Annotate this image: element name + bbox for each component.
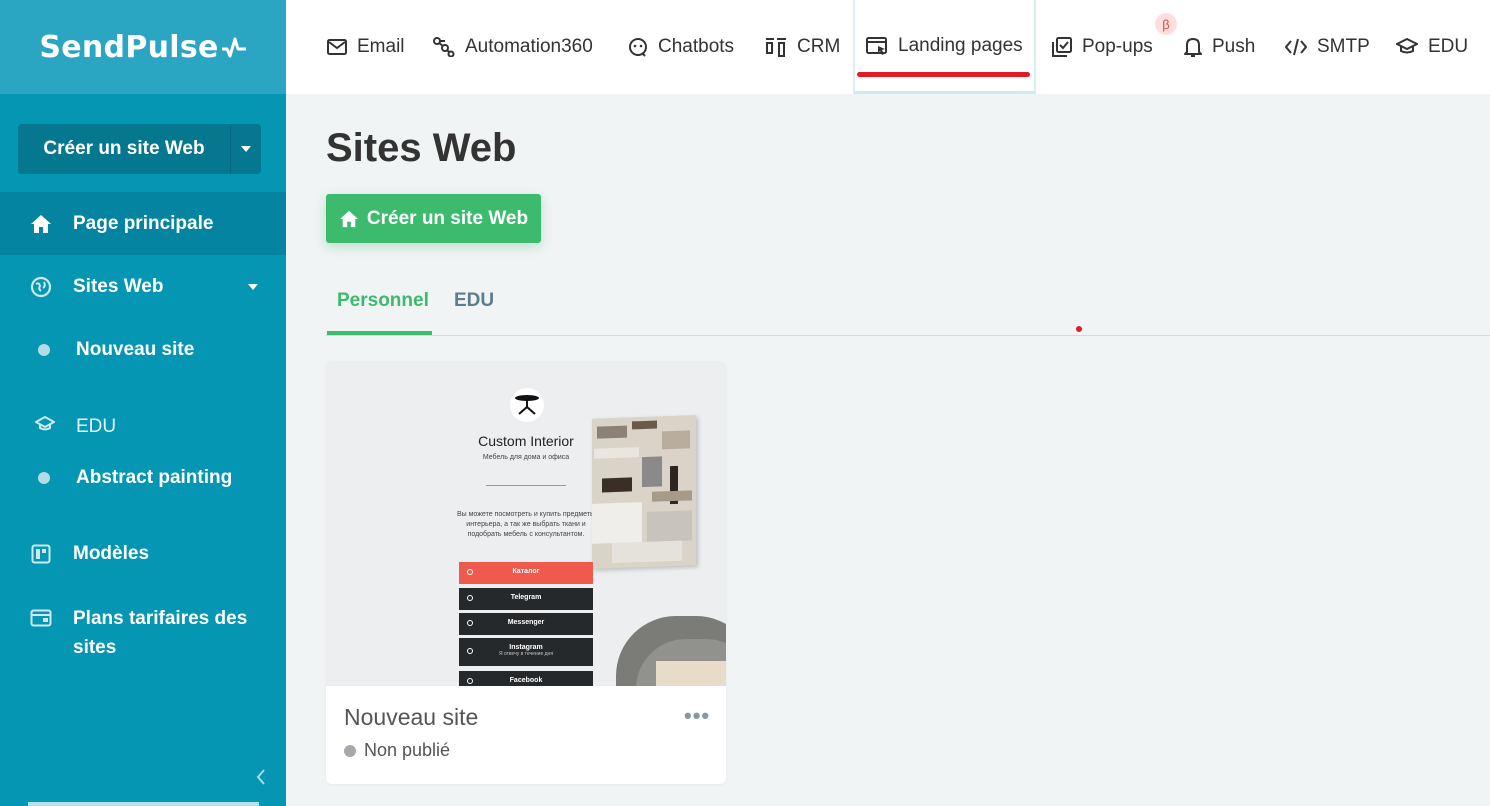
tab-label: CRM xyxy=(797,36,841,57)
sidebar-item-label: EDU xyxy=(76,416,117,437)
sidebar-item-label: Abstract painting xyxy=(76,467,233,488)
site-name[interactable]: Nouveau site xyxy=(344,704,478,731)
chevron-left-icon xyxy=(256,769,265,785)
facebook-icon xyxy=(467,678,473,684)
top-navigation: Email Automation360 Chatbots CRM Landing… xyxy=(286,0,1490,94)
create-site-primary-button[interactable]: Créer un site Web xyxy=(326,194,541,243)
tab-email[interactable]: Email xyxy=(327,0,405,94)
preview-logo xyxy=(510,388,544,422)
tab-crm[interactable]: CRM xyxy=(765,0,840,94)
telegram-icon xyxy=(467,595,473,601)
logo-area: SendPulse xyxy=(0,0,286,94)
tab-label: SMTP xyxy=(1317,36,1370,57)
automation-icon xyxy=(433,37,455,57)
page-title: Sites Web xyxy=(326,126,517,170)
painting-image xyxy=(592,415,696,569)
code-icon xyxy=(1285,38,1307,56)
sidebar-subitem-abstract-painting[interactable]: Abstract painting xyxy=(0,458,286,498)
preview-button-messenger: Messenger xyxy=(459,613,593,635)
sidebar-subitem-edu[interactable]: EDU xyxy=(0,407,286,447)
collapse-sidebar-button[interactable] xyxy=(256,765,266,791)
preview-button-instagram: Instagram Я отвечу в течение дня xyxy=(459,638,593,666)
floor-image xyxy=(656,661,726,686)
sidebar-item-pricing[interactable]: Plans tarifaires des sites xyxy=(0,600,286,664)
home-icon xyxy=(339,210,358,227)
brand-name: SendPulse xyxy=(39,29,219,65)
tab-automation360[interactable]: Automation360 xyxy=(433,0,593,94)
landing-icon xyxy=(866,36,888,56)
bullet-icon xyxy=(38,472,50,484)
tab-popups[interactable]: Pop-ups xyxy=(1052,0,1153,94)
bell-icon xyxy=(1184,37,1202,57)
preview-title: Custom Interior xyxy=(478,433,574,449)
preview-button-catalog: Каталог xyxy=(459,562,593,584)
sidebar-item-label: Nouveau site xyxy=(76,339,195,360)
sidebar-item-templates[interactable]: Modèles xyxy=(0,534,286,574)
sidebar-subitem-nouveau-site[interactable]: Nouveau site xyxy=(0,330,286,370)
preview-button-facebook: Facebook xyxy=(459,671,593,686)
chatbot-icon xyxy=(628,37,648,57)
sidebar-item-websites[interactable]: Sites Web xyxy=(0,258,286,316)
tab-smtp[interactable]: SMTP xyxy=(1285,0,1370,94)
tab-landing-pages[interactable]: Landing pages xyxy=(853,0,1036,94)
messenger-icon xyxy=(467,620,473,626)
bullet-icon xyxy=(38,344,50,356)
tab-label: Chatbots xyxy=(658,36,735,57)
sidebar-item-label: Plans tarifaires des sites xyxy=(73,608,248,658)
sidebar: SendPulse Créer un site Web Page princip… xyxy=(0,0,286,806)
tab-label: Pop-ups xyxy=(1082,36,1153,57)
notification-dot xyxy=(1076,326,1082,332)
site-status: Non publié xyxy=(344,740,450,761)
caret-down-icon xyxy=(241,146,251,152)
envelope-icon xyxy=(327,39,347,55)
preview-description: Вы можете посмотреть и купить предметы и… xyxy=(456,511,596,538)
crm-icon xyxy=(765,37,787,57)
caret-down-icon xyxy=(248,284,258,290)
tab-edu[interactable]: EDU xyxy=(1396,0,1468,94)
templates-icon xyxy=(29,542,53,566)
active-tab-indicator xyxy=(327,331,432,335)
create-site-label: Créer un site Web xyxy=(366,207,529,229)
preview-button-telegram: Telegram xyxy=(459,588,593,610)
popup-icon xyxy=(1052,37,1072,57)
tab-label: Email xyxy=(357,36,405,57)
create-site-split-button: Créer un site Web xyxy=(18,124,261,174)
globe-icon xyxy=(29,275,53,299)
tab-push[interactable]: Push xyxy=(1184,0,1255,94)
beta-badge: β xyxy=(1155,13,1177,35)
create-site-dropdown[interactable] xyxy=(230,124,261,174)
graduation-cap-icon xyxy=(33,415,57,438)
site-menu-button[interactable]: ••• xyxy=(684,703,710,729)
home-icon xyxy=(29,212,53,236)
sites-tabs: Personnel EDU xyxy=(326,280,1490,336)
tab-label: EDU xyxy=(1428,36,1469,57)
status-label: Non publié xyxy=(364,740,451,760)
brand-logo[interactable]: SendPulse xyxy=(39,30,246,65)
site-card[interactable]: Custom Interior Мебель для дома и офиса … xyxy=(326,361,726,784)
link-icon xyxy=(467,569,473,575)
sidebar-item-label: Sites Web xyxy=(73,276,164,297)
tab-label: Automation360 xyxy=(465,36,593,57)
preview-divider xyxy=(486,485,566,486)
tab-personnel[interactable]: Personnel xyxy=(337,290,429,312)
tab-label: Landing pages xyxy=(898,34,1023,56)
tab-edu-sites[interactable]: EDU xyxy=(454,290,494,312)
sidebar-item-label: Page principale xyxy=(73,212,214,234)
site-preview[interactable]: Custom Interior Мебель для дома и офиса … xyxy=(326,361,726,686)
tab-chatbots[interactable]: Chatbots xyxy=(628,0,734,94)
active-tab-indicator xyxy=(857,72,1030,77)
sidebar-scrollbar[interactable] xyxy=(28,802,259,806)
sidebar-item-home[interactable]: Page principale xyxy=(0,192,286,255)
preview-subtitle: Мебель для дома и офиса xyxy=(482,454,570,461)
create-site-button[interactable]: Créer un site Web xyxy=(18,124,230,174)
tab-label: Push xyxy=(1212,36,1256,57)
graduation-cap-icon xyxy=(1396,38,1418,56)
wallet-icon xyxy=(29,606,53,630)
pulse-icon xyxy=(221,37,246,58)
sidebar-item-label: Modèles xyxy=(73,543,150,564)
table-icon xyxy=(515,395,539,415)
status-dot-icon xyxy=(344,744,356,757)
